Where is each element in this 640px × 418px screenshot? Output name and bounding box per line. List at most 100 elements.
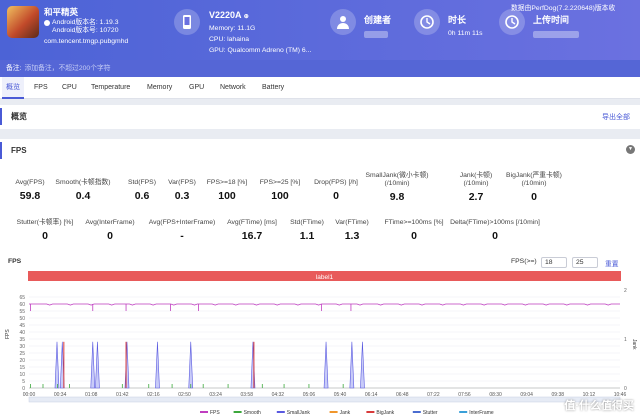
device-memory: Memory: 11.1G [209, 25, 256, 32]
fps-threshold-input-1[interactable]: 18 [541, 257, 567, 268]
y-tick-label: 35 [19, 337, 25, 343]
legend-swatch [233, 411, 242, 413]
duration-value: 0h 11m 11s [448, 30, 483, 37]
small-jank-spike [155, 341, 160, 389]
device-badge-icon: ⊕ [243, 14, 249, 20]
fps-filter-label: FPS(>=) [511, 258, 537, 265]
metric-value: 0 [492, 230, 498, 242]
tab-temperature[interactable]: Temperature [91, 77, 130, 99]
metric-value: 0 [531, 191, 537, 203]
legend-swatch [459, 411, 468, 413]
package-name: com.tencent.tmgp.pubgmhd [44, 38, 129, 45]
upload-time-label: 上传时间 [533, 15, 570, 25]
fps-chart[interactable]: label105101520253035404550556065012FPSJa… [0, 268, 640, 418]
note-input[interactable]: 添加备注，不超过200个字符 [24, 65, 110, 72]
y-tick-label: 5 [22, 379, 25, 385]
legend-label: BigJank [376, 410, 394, 416]
y-tick-label: 30 [19, 344, 25, 350]
app-icon [7, 6, 39, 38]
y-tick-label: 40 [19, 330, 25, 336]
y-tick-label: 45 [19, 323, 25, 329]
legend-label: Stutter [423, 410, 438, 416]
metric-sublabel: (/10min) [384, 180, 410, 187]
metric-label: Delta(FTime)>100ms [/10min] [450, 219, 540, 226]
device-gpu: GPU: Qualcomm Adreno (TM) 6... [209, 47, 312, 54]
upload-time-icon [499, 9, 525, 35]
metric-label: BigJank(严重卡顿) [506, 172, 562, 179]
note-label: 备注: [6, 65, 22, 72]
tab-memory[interactable]: Memory [147, 77, 172, 99]
tab-gpu[interactable]: GPU [189, 77, 204, 99]
overview-panel: 概览 导出全部 [0, 105, 640, 129]
small-jank-spike [360, 341, 365, 389]
fps-line [29, 303, 620, 306]
export-all-button[interactable]: 导出全部 [602, 112, 630, 122]
app-name: 和平精英 [44, 7, 79, 17]
collapse-chevron-icon[interactable]: ▼ [626, 145, 635, 154]
y-tick-label: 20 [19, 358, 25, 364]
tab-network[interactable]: Network [220, 77, 246, 99]
device-name: V2220A ⊕ [209, 10, 249, 20]
reset-button[interactable]: 重置 [605, 258, 619, 268]
metric-label: SmallJank(微小卡顿) [365, 172, 429, 179]
y2-tick-label: 1 [624, 337, 627, 343]
y-tick-label: 10 [19, 372, 25, 378]
creator-label: 创建者 [364, 15, 392, 25]
legend-swatch [276, 411, 285, 413]
legend-label: FPS [210, 410, 220, 416]
android-code: Android版本号: 10720 [52, 27, 119, 34]
fps-chart-label: FPS [8, 258, 22, 265]
android-version: Android版本名: 1.19.3 [52, 19, 119, 26]
small-jank-spike [54, 341, 60, 389]
legend-swatch [200, 411, 208, 413]
tab-bar: 概览 FPS CPU Temperature Memory GPU Networ… [0, 77, 640, 99]
legend-label: Jank [340, 410, 351, 416]
y-tick-label: 60 [19, 302, 25, 308]
small-jank-spike [349, 341, 355, 389]
android-icon [44, 20, 50, 26]
y2-tick-label: 2 [624, 288, 627, 294]
y-tick-label: 65 [19, 295, 25, 301]
legend-swatch [366, 411, 375, 413]
tab-fps[interactable]: FPS [34, 77, 48, 99]
duration-label: 时长 [448, 15, 467, 25]
source-note: 数据由PerfDog(7.2.220648)版本收 [511, 5, 616, 12]
overview-title: 概览 [0, 108, 27, 125]
fps-threshold-input-2[interactable]: 25 [572, 257, 598, 268]
watermark: 值·什么值得买 [564, 400, 634, 412]
creator-value-redacted [364, 31, 388, 38]
metric-9: BigJank(严重卡顿) (/10min) 0 [489, 172, 579, 203]
y-tick-label: 25 [19, 351, 25, 357]
y-tick-label: 15 [19, 365, 25, 371]
metric2-7: Delta(FTime)>100ms [/10min] 0 [440, 219, 550, 242]
legend-swatch [329, 411, 338, 413]
user-icon [330, 9, 356, 35]
fps-title: FPS [0, 142, 27, 159]
y-tick-label: 55 [19, 309, 25, 315]
legend-label: Smooth [244, 410, 261, 416]
metric-7: SmallJank(微小卡顿) (/10min) 9.8 [352, 172, 442, 203]
y2-axis-label: Jank [631, 339, 637, 350]
y-tick-label: 50 [19, 316, 25, 322]
device-cpu: CPU: lahaina [209, 36, 250, 43]
legend-label: InterFrame [469, 410, 494, 416]
metric-sublabel: (/10min) [521, 180, 547, 187]
small-jank-spike [323, 341, 329, 389]
metric-value: 9.8 [389, 191, 405, 203]
app-header: 和平精英 Android版本名: 1.19.3 Android版本号: 1072… [0, 0, 640, 60]
phone-icon [174, 9, 200, 35]
tab-overview[interactable]: 概览 [2, 77, 24, 99]
small-jank-spike [188, 341, 194, 389]
tab-battery[interactable]: Battery [262, 77, 284, 99]
upload-time-redacted [533, 31, 579, 38]
tab-cpu[interactable]: CPU [62, 77, 77, 99]
legend-label: SmallJank [287, 410, 311, 416]
small-jank-spike [90, 341, 96, 389]
legend-swatch [412, 411, 421, 413]
note-bar[interactable]: 备注: 添加备注，不超过200个字符 [0, 60, 640, 77]
label-bar-text: label1 [316, 274, 334, 281]
clock-icon [414, 9, 440, 35]
range-slider [28, 396, 621, 403]
y-axis-label: FPS [5, 329, 11, 339]
small-jank-spike [95, 341, 100, 389]
